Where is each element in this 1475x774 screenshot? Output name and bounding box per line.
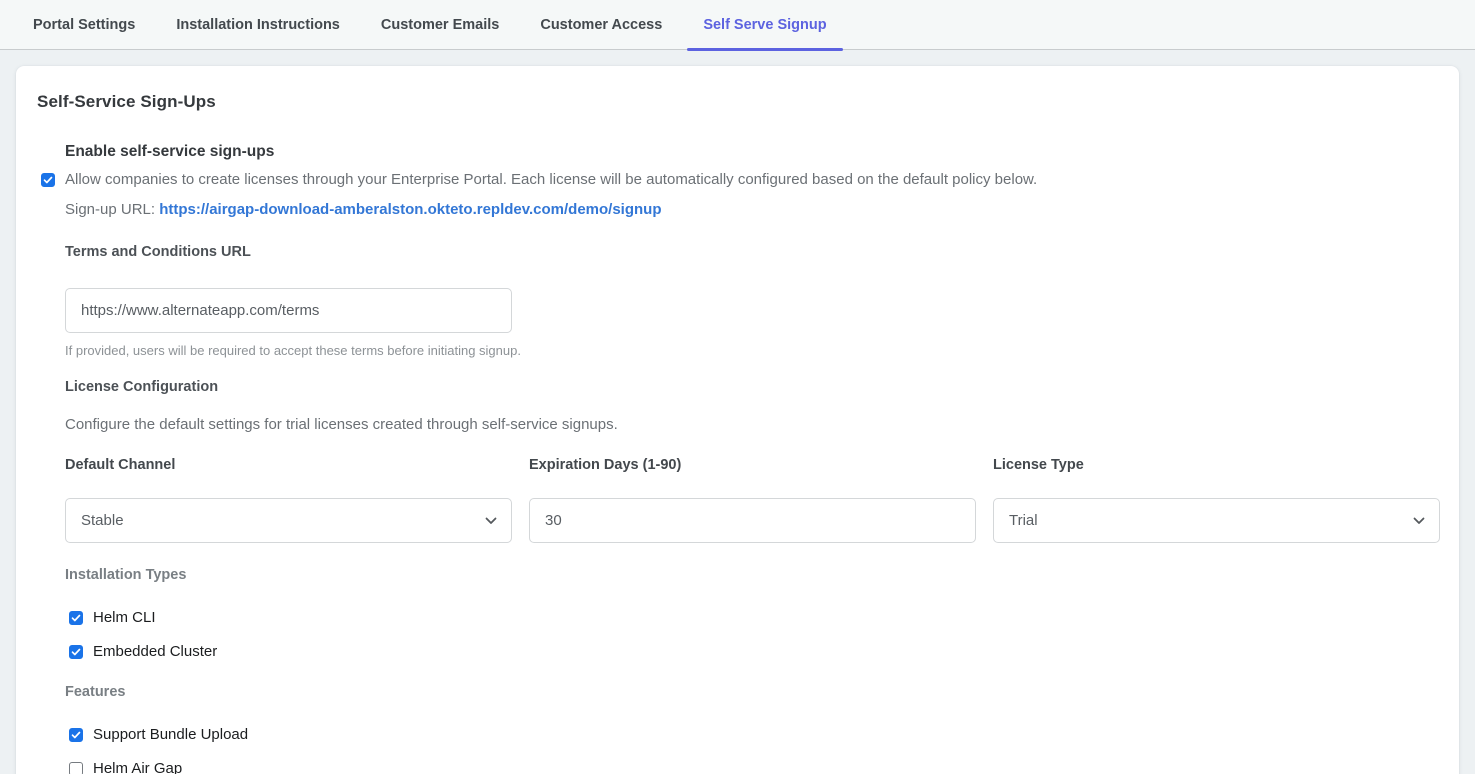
tab-customer-access[interactable]: Customer Access (524, 0, 678, 49)
enable-signups-description: Allow companies to create licenses throu… (65, 172, 1037, 188)
expiration-days-input[interactable] (529, 498, 976, 543)
terms-url-label: Terms and Conditions URL (65, 244, 1431, 260)
helm-cli-checkbox[interactable] (69, 611, 83, 625)
checkmark-icon (43, 175, 53, 185)
license-type-label: License Type (993, 457, 1440, 473)
terms-url-input[interactable] (65, 288, 512, 333)
license-configuration-heading: License Configuration (65, 379, 1431, 395)
self-serve-signup-panel: Self-Service Sign-Ups Enable self-servic… (16, 66, 1459, 774)
enable-signups-checkbox[interactable] (41, 173, 55, 187)
checkmark-icon (71, 647, 81, 657)
tab-customer-emails[interactable]: Customer Emails (365, 0, 515, 49)
embedded-cluster-checkbox[interactable] (69, 645, 83, 659)
feature-support-bundle-upload[interactable]: Support Bundle Upload (69, 726, 1431, 743)
expiration-days-label: Expiration Days (1-90) (529, 457, 976, 473)
tab-portal-settings[interactable]: Portal Settings (17, 0, 151, 49)
installation-type-embedded-cluster[interactable]: Embedded Cluster (69, 643, 1431, 660)
signup-form-area: Terms and Conditions URL If provided, us… (65, 244, 1431, 774)
installation-type-helm-cli[interactable]: Helm CLI (69, 609, 1431, 626)
enable-signups-section: Enable self-service sign-ups Allow compa… (41, 143, 1438, 218)
helm-air-gap-checkbox[interactable] (69, 762, 83, 774)
helm-cli-label: Helm CLI (93, 609, 156, 626)
installation-types-heading: Installation Types (65, 567, 1431, 583)
terms-url-helper-text: If provided, users will be required to a… (65, 343, 1431, 358)
support-bundle-upload-label: Support Bundle Upload (93, 726, 248, 743)
embedded-cluster-label: Embedded Cluster (93, 643, 217, 660)
settings-tab-bar: Portal Settings Installation Instruction… (0, 0, 1475, 50)
expiration-days-field: Expiration Days (1-90) (529, 457, 976, 543)
signup-url-label: Sign-up URL: (65, 201, 155, 218)
helm-air-gap-label: Helm Air Gap (93, 760, 182, 774)
checkmark-icon (71, 730, 81, 740)
default-channel-label: Default Channel (65, 457, 512, 473)
tab-self-serve-signup[interactable]: Self Serve Signup (687, 0, 842, 49)
support-bundle-upload-checkbox[interactable] (69, 728, 83, 742)
signup-url-link[interactable]: https://airgap-download-amberalston.okte… (159, 201, 661, 218)
license-type-select[interactable]: Trial (993, 498, 1440, 543)
features-group: Support Bundle Upload Helm Air Gap (65, 726, 1431, 774)
tab-installation-instructions[interactable]: Installation Instructions (160, 0, 356, 49)
features-heading: Features (65, 684, 1431, 700)
enable-signups-heading: Enable self-service sign-ups (41, 143, 1438, 161)
feature-helm-air-gap[interactable]: Helm Air Gap (69, 760, 1431, 774)
default-channel-select[interactable]: Stable (65, 498, 512, 543)
installation-types-group: Helm CLI Embedded Cluster (65, 609, 1431, 660)
page-title: Self-Service Sign-Ups (37, 92, 1438, 112)
default-channel-field: Default Channel Stable (65, 457, 512, 543)
license-type-field: License Type Trial (993, 457, 1440, 543)
license-configuration-description: Configure the default settings for trial… (65, 416, 1431, 433)
license-config-grid: Default Channel Stable Expiration Days (… (65, 457, 1431, 543)
checkmark-icon (71, 613, 81, 623)
